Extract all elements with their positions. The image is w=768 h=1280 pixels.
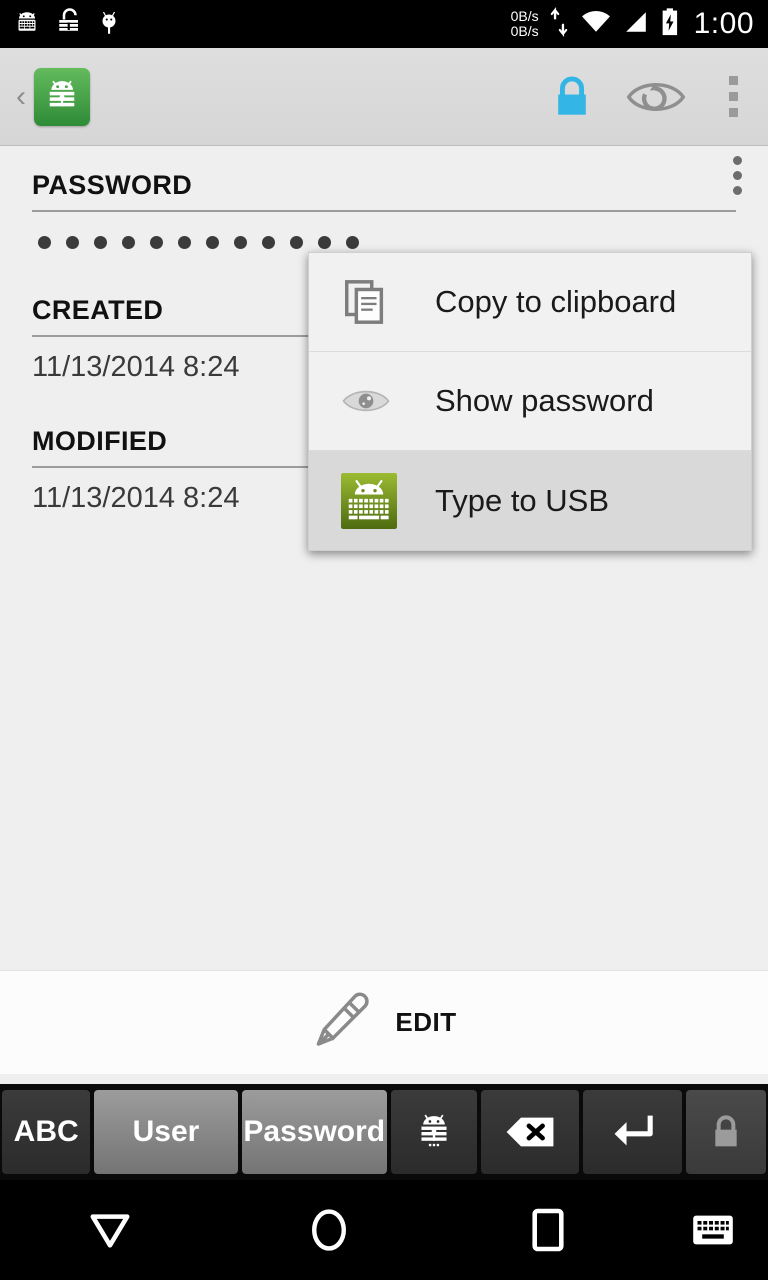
status-bar-notification-icons [12,7,120,42]
home-icon[interactable] [219,1206,438,1254]
wifi-icon [579,8,613,41]
toggle-visibility-icon[interactable] [614,48,698,146]
menu-item-copy-to-clipboard[interactable]: Copy to clipboard [309,253,751,352]
navigation-bar [0,1180,768,1280]
keepass-keyboard-icon [12,7,42,42]
action-bar: ‹ [0,48,768,146]
key-keepass-icon[interactable] [390,1090,478,1174]
action-bar-actions [530,48,768,146]
menu-item-label: Show password [435,383,654,418]
debug-bug-icon [98,7,120,42]
key-user[interactable]: User [94,1090,238,1174]
menu-item-label: Type to USB [435,482,610,518]
android-keyboard-icon [341,472,435,529]
menu-item-show-password[interactable]: Show password [309,352,751,451]
menu-item-type-to-usb[interactable]: Type to USB [309,451,751,550]
network-speed-up: 0B/s [510,8,539,24]
navigate-up-button[interactable]: ‹ [0,48,32,146]
up-down-arrows-icon [548,6,570,43]
hide-keyboard-back-icon[interactable] [0,1209,219,1251]
key-backspace[interactable] [481,1090,580,1174]
password-field-overflow-icon[interactable] [733,156,742,195]
menu-item-label: Copy to clipboard [435,284,677,319]
battery-charging-icon [659,7,681,42]
lock-database-icon[interactable] [530,48,614,146]
key-password[interactable]: Password [241,1090,387,1174]
network-speed-down: 0B/s [510,23,539,39]
phone-screen: 0B/s 0B/s 1:00 ‹ PASSWORD CREATED 11/13/… [0,0,768,1280]
keyboard-switch-icon[interactable] [658,1212,768,1248]
field-label-password: PASSWORD [32,170,193,200]
key-enter[interactable] [583,1090,682,1174]
overflow-menu-icon[interactable] [698,48,768,146]
recents-icon[interactable] [439,1207,658,1253]
keepass-app-icon[interactable] [34,67,90,126]
keepass-keyboard-bar: ABC User Password [0,1084,768,1180]
status-bar-clock: 1:00 [693,7,754,40]
unlocked-padlock-icon [56,7,84,42]
network-speed: 0B/s 0B/s [511,9,539,39]
edit-button[interactable]: EDIT [0,970,768,1074]
key-lock[interactable] [685,1090,766,1174]
copy-icon [341,277,435,327]
status-bar-system-icons: 0B/s 0B/s 1:00 [511,6,754,43]
pencil-icon [311,989,373,1056]
eye-icon [341,385,435,417]
cellular-signal-icon [622,8,650,41]
key-abc[interactable]: ABC [2,1090,91,1174]
status-bar: 0B/s 0B/s 1:00 [0,0,768,48]
password-context-menu: Copy to clipboard Show password Type to … [308,252,752,551]
edit-label: EDIT [395,1007,457,1037]
